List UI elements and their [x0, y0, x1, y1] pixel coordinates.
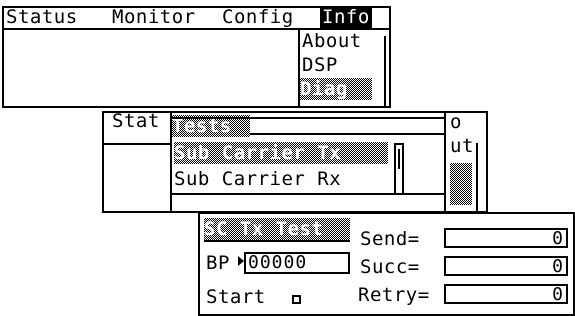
submenu-dsp[interactable]: DSP — [302, 54, 338, 76]
retry-label: Retry= — [358, 284, 430, 306]
submenu-scrollbar — [384, 36, 386, 106]
succ-field: 0 — [444, 256, 568, 277]
test-item-sub-carrier-rx[interactable]: Sub Carrier Rx — [174, 168, 341, 190]
menu-config[interactable]: Config — [222, 6, 294, 28]
right-fragment-ut: ut — [450, 135, 474, 157]
start-label: Start — [206, 286, 266, 308]
bp-value: 00000 — [248, 252, 308, 273]
lcd-screen-sc-tx-test: SC Tx Test BP 00000 Start Send= 0 Succ= … — [198, 212, 575, 316]
send-field: 0 — [444, 228, 568, 249]
send-label: Send= — [360, 228, 420, 250]
retry-field: 0 — [444, 284, 568, 305]
menu-status[interactable]: Status — [6, 6, 78, 28]
test-item-sub-carrier-tx[interactable]: Sub Carrier Tx — [174, 142, 388, 164]
tests-header-line — [172, 117, 444, 119]
succ-label: Succ= — [360, 256, 420, 278]
right-dither-block — [450, 163, 472, 205]
bp-field[interactable]: 00000 — [244, 252, 350, 274]
send-value: 0 — [552, 228, 563, 249]
lcd-screen-menu: Status Monitor Config Info About DSP Dia… — [2, 6, 391, 108]
status-fragment: Stat — [112, 110, 160, 132]
start-checkbox[interactable] — [292, 295, 301, 304]
right-scroll-line — [476, 143, 478, 211]
succ-value: 0 — [552, 256, 563, 277]
menu-monitor[interactable]: Monitor — [112, 6, 196, 28]
status-underline — [104, 143, 170, 145]
retry-value: 0 — [552, 284, 563, 305]
tests-scrollbar[interactable] — [394, 143, 404, 195]
tests-header-line2 — [250, 133, 444, 135]
lcd-screen-tests: Stat Tests Sub Carrier Tx Sub Carrier Rx… — [102, 110, 488, 213]
title-underline — [204, 240, 350, 242]
menu-info[interactable]: Info — [320, 6, 372, 28]
tests-scrollbar-thumb[interactable] — [398, 149, 400, 169]
bp-label: BP — [206, 252, 230, 274]
tests-right-divider — [444, 113, 446, 211]
sc-tx-test-title: SC Tx Test — [204, 218, 350, 240]
submenu-about[interactable]: About — [302, 30, 362, 52]
submenu-diag[interactable]: Diag — [300, 78, 372, 100]
right-fragment-o: o — [450, 111, 462, 133]
